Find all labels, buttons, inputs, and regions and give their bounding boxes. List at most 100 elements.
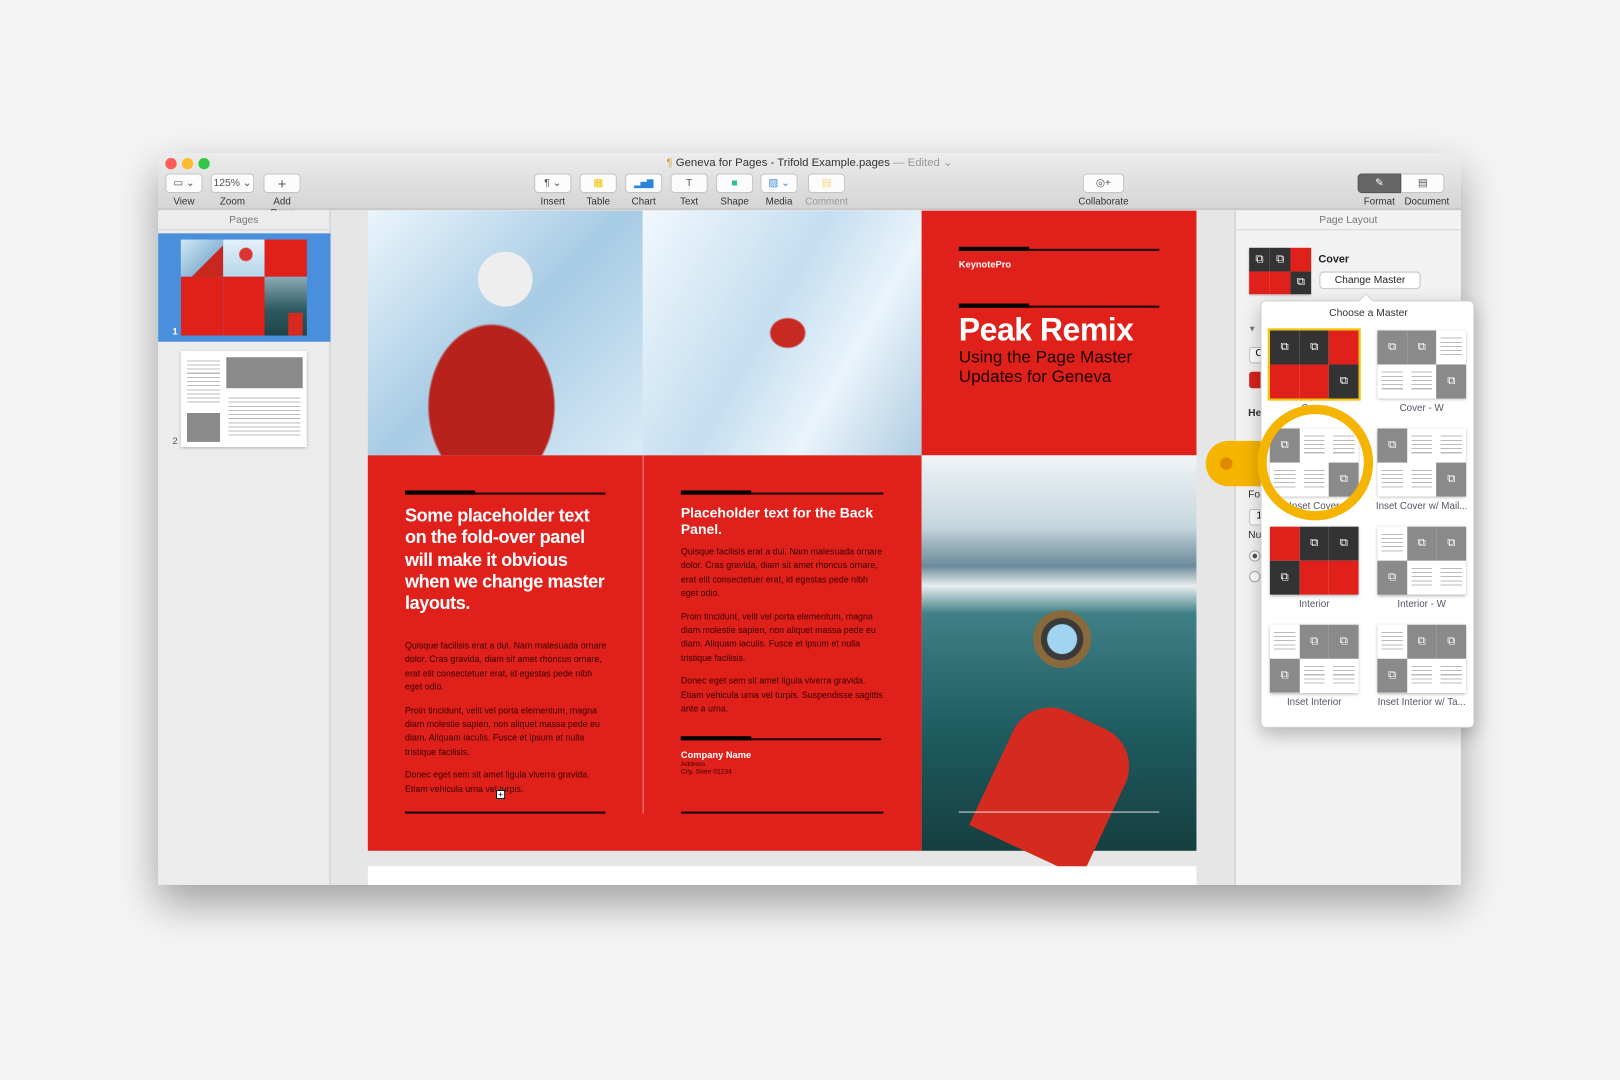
format-label: Format — [1363, 196, 1395, 208]
page-preview — [180, 239, 307, 336]
back-panel-heading[interactable]: Placeholder text for the Back Panel. — [681, 505, 884, 537]
compass-lake-photo — [921, 455, 1197, 878]
collaborate-icon: ◎+ — [1082, 173, 1125, 194]
shape-button[interactable]: ■ Shape — [716, 173, 754, 208]
text-block — [1299, 364, 1330, 399]
table-label: Table — [586, 196, 610, 208]
paragraph: Donec eget sem sit amet ligula viverra g… — [405, 769, 590, 794]
document-button[interactable]: ▤ Document — [1401, 173, 1453, 208]
fold-panel-body[interactable]: Quisque facilisis erat a dui. Nam malesu… — [405, 639, 608, 805]
text-block — [1299, 560, 1330, 595]
master-label: Inset Cover w/ Mail... — [1375, 500, 1468, 513]
master-label: Inset Interior — [1286, 696, 1342, 709]
image-placeholder-icon — [1377, 428, 1407, 463]
text-block — [1270, 625, 1300, 659]
master-thumbnail[interactable] — [1269, 624, 1359, 693]
comment-button[interactable]: ▤ Comment — [804, 173, 849, 208]
image-placeholder-icon — [1329, 526, 1359, 561]
chart-icon: ▂▅▇ — [625, 173, 663, 194]
rule — [405, 811, 606, 814]
paintbrush-icon: ✎ — [1357, 173, 1402, 194]
master-thumbnail[interactable] — [1377, 526, 1467, 595]
image-placeholder-icon — [1269, 560, 1300, 595]
paragraph: Quisque facilisis erat a dui. Nam malesu… — [405, 640, 607, 693]
page-2 — [367, 866, 1197, 885]
fold-divider — [642, 455, 644, 814]
text-block — [1407, 463, 1437, 497]
fold-panel-heading[interactable]: Some placeholder text on the fold-over p… — [405, 505, 608, 615]
collaborate-button[interactable]: ◎+ Collaborate — [1075, 173, 1133, 208]
page-thumbnail-2[interactable] — [180, 351, 307, 448]
format-button[interactable]: ✎ Format — [1357, 173, 1402, 208]
paragraph: Proin tincidunt, velit vel porta element… — [405, 704, 600, 757]
image-placeholder-icon — [1299, 330, 1330, 365]
master-thumbnail[interactable] — [1269, 526, 1359, 595]
change-master-button[interactable]: Change Master — [1319, 271, 1421, 290]
zoom-button[interactable]: 125% ⌄ Zoom — [210, 173, 255, 208]
image-placeholder-icon — [1406, 526, 1437, 561]
text-block — [1377, 625, 1407, 659]
back-panel-body[interactable]: Quisque facilisis erat a dui. Nam malesu… — [681, 545, 884, 725]
callout-dot — [1220, 457, 1233, 470]
image-placeholder-icon — [1269, 658, 1300, 693]
image-placeholder-icon — [1329, 364, 1359, 399]
radio-button[interactable] — [1249, 550, 1261, 562]
master-label: Interior - W — [1397, 598, 1446, 611]
pages-sidebar: Pages 1 2 — [158, 210, 331, 885]
text-block — [1377, 463, 1407, 497]
brand-name: KeynotePro — [958, 259, 1012, 270]
master-thumbnail[interactable] — [1377, 624, 1467, 693]
paragraph: Quisque facilisis erat a dui. Nam malesu… — [680, 546, 883, 599]
cover-subtitle[interactable]: Using the Page Master Updates for Geneva — [959, 348, 1155, 387]
window-title: ¶ Geneva for Pages - Trifold Example.pag… — [158, 156, 1461, 169]
cover-title[interactable]: Peak Remix — [959, 312, 1134, 349]
image-placeholder-icon — [1269, 330, 1300, 365]
shape-label: Shape — [720, 196, 749, 208]
sidebar-title: Pages — [158, 211, 330, 231]
text-block — [1269, 364, 1300, 399]
company-name[interactable]: Company Name — [681, 750, 751, 760]
popover-title: Choose a Master — [1329, 307, 1408, 320]
image-placeholder-icon — [1299, 624, 1330, 659]
chart-button[interactable]: ▂▅▇ Chart — [625, 173, 663, 208]
title-text: Geneva for Pages - Trifold Example.pages — [675, 156, 890, 170]
view-icon: ▭ ⌄ — [165, 173, 203, 194]
comment-icon: ▤ — [807, 173, 846, 194]
table-icon: ▦ — [579, 173, 617, 194]
master-label: Cover - W — [1399, 402, 1444, 415]
cover-panel: KeynotePro Peak Remix Using the Page Mas… — [921, 210, 1197, 456]
view-button[interactable]: ▭ ⌄ View — [165, 173, 203, 208]
master-thumbnail[interactable] — [1377, 330, 1467, 399]
text-icon: T — [670, 173, 708, 194]
text-block — [1377, 364, 1407, 398]
text-block — [1407, 659, 1437, 693]
media-button[interactable]: ▨ ⌄ Media — [760, 173, 798, 208]
plus-icon: + — [263, 173, 301, 194]
text-button[interactable]: T Text — [670, 173, 708, 208]
master-name: Cover — [1318, 252, 1350, 266]
footer-label: Fo — [1248, 489, 1261, 501]
text-block — [1436, 428, 1466, 462]
disclosure-triangle-icon[interactable]: ▼ — [1248, 324, 1256, 333]
text-block — [1269, 526, 1300, 561]
paragraph: Donec eget sem sit amet ligula viverra g… — [680, 675, 883, 714]
page-number: 2 — [172, 435, 178, 447]
current-master-thumbnail — [1249, 247, 1312, 295]
image-placeholder-icon — [1406, 624, 1437, 659]
edited-menu[interactable]: — Edited ⌄ — [893, 157, 952, 169]
insert-label: Insert — [540, 196, 566, 208]
inspector-title: Page Layout — [1235, 211, 1461, 231]
image-placeholder-icon — [1377, 330, 1407, 365]
document-canvas[interactable]: KeynotePro Peak Remix Using the Page Mas… — [330, 210, 1235, 885]
radio-button[interactable] — [1249, 570, 1261, 583]
highlight-circle — [1257, 404, 1374, 521]
page-thumbnail-1[interactable]: 1 — [158, 233, 331, 342]
master-thumbnail[interactable] — [1267, 328, 1361, 401]
insert-button[interactable]: ¶ ⌄ Insert — [534, 173, 572, 208]
table-button[interactable]: ▦ Table — [579, 173, 617, 208]
master-thumbnail[interactable] — [1377, 428, 1467, 497]
inner-panels: Some placeholder text on the fold-over p… — [367, 455, 922, 851]
text-block — [1329, 659, 1359, 693]
text-block — [1329, 560, 1359, 595]
image-placeholder-icon — [1436, 624, 1467, 659]
